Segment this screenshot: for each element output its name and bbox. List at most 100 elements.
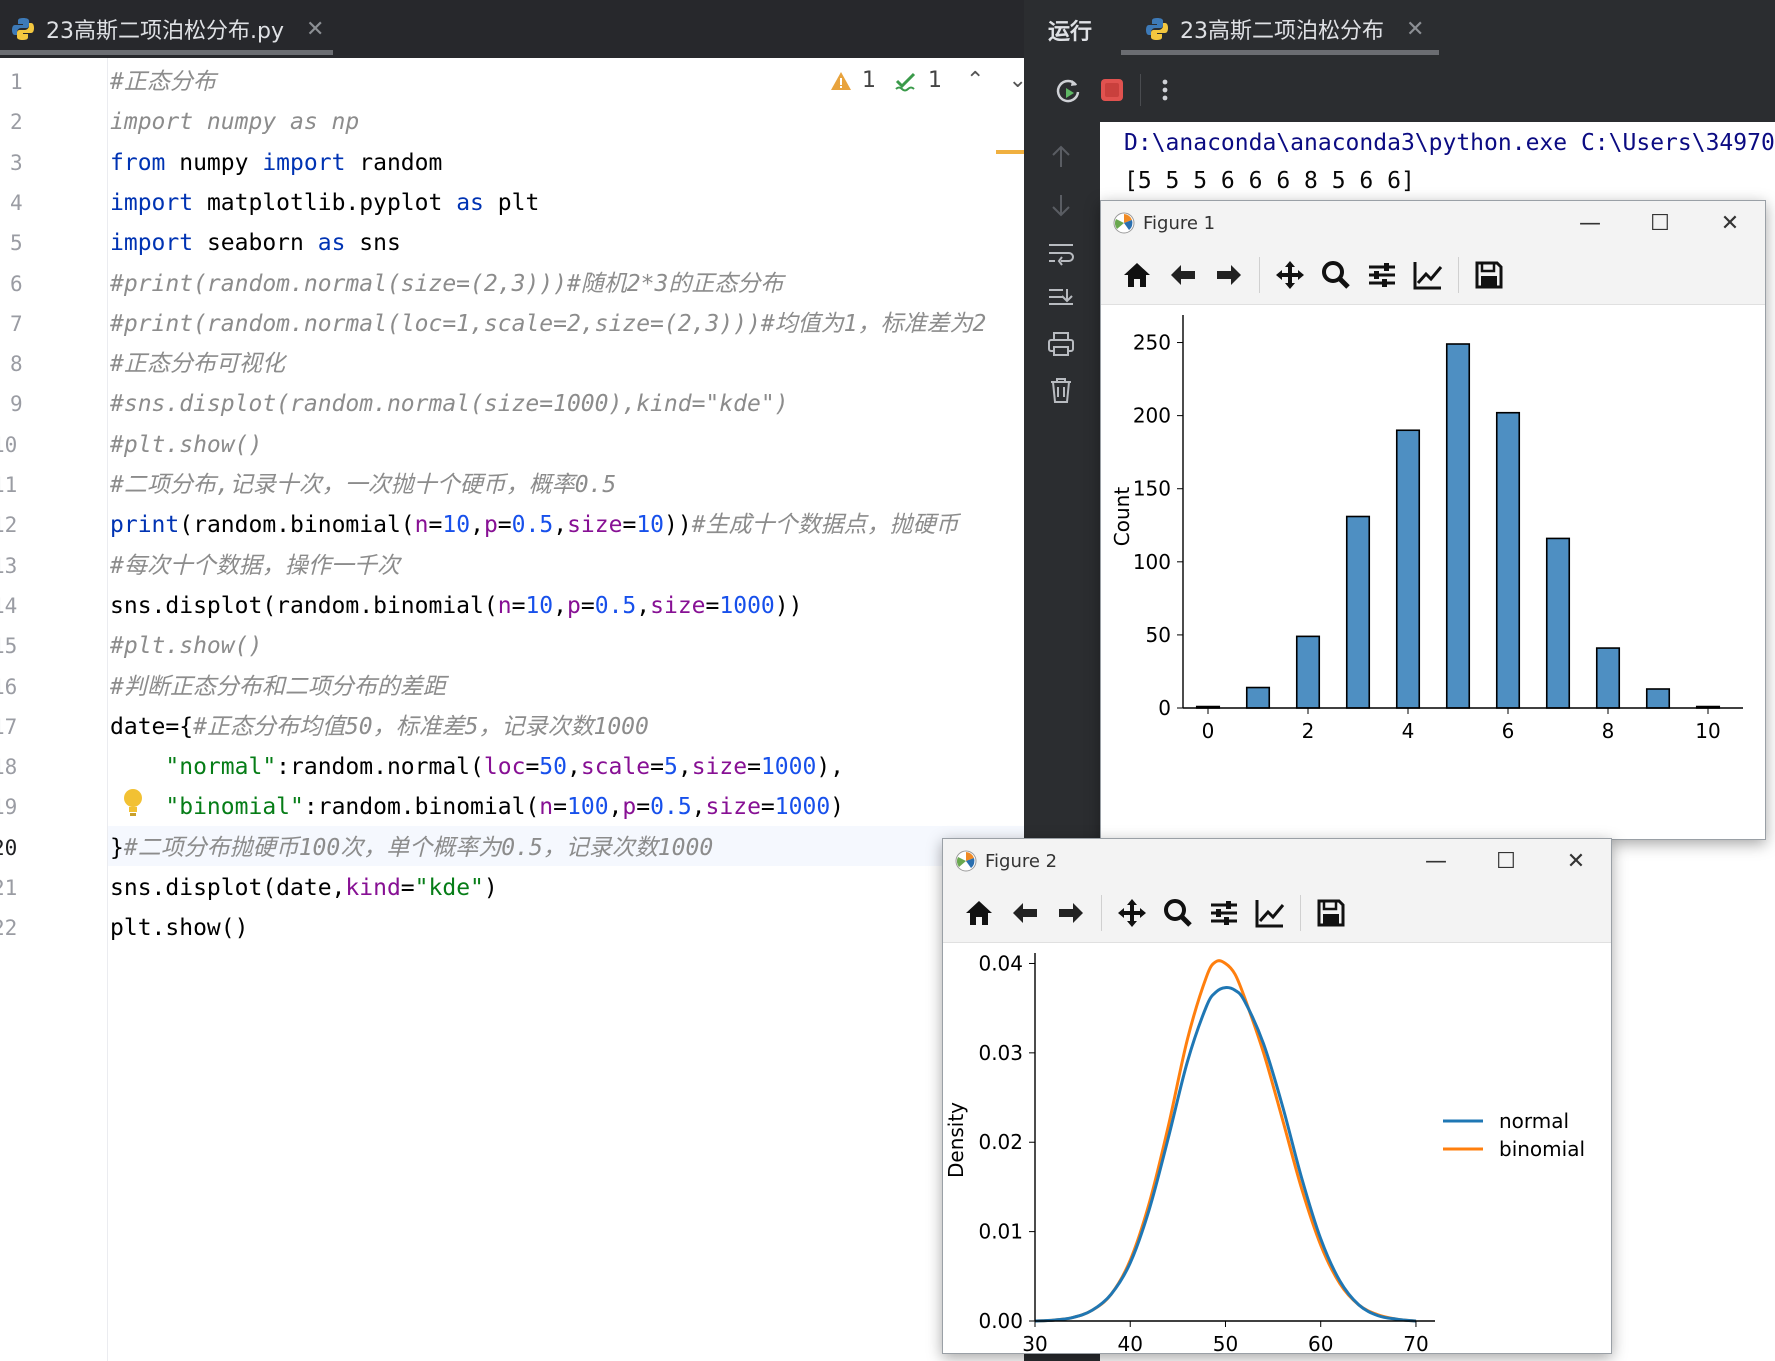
code-line[interactable]: #print(random.normal(loc=1,scale=2,size=… — [110, 304, 986, 344]
code-line[interactable]: sns.displot(date,kind="kde") — [110, 868, 498, 908]
trash-icon[interactable] — [1048, 376, 1074, 404]
code-line[interactable]: #plt.show() — [110, 425, 262, 465]
more-options-icon[interactable] — [1158, 76, 1172, 104]
figure-1-title: Figure 1 — [1143, 212, 1216, 234]
zoom-button[interactable] — [1318, 257, 1354, 293]
save-button[interactable] — [1471, 257, 1507, 293]
save-button[interactable] — [1313, 895, 1349, 931]
line-number[interactable]: 17 — [0, 707, 22, 747]
warning-count: 1 — [862, 68, 876, 93]
figure-1-titlebar[interactable]: Figure 1 — ☐ ✕ — [1101, 201, 1765, 245]
line-number[interactable]: 22 — [0, 908, 22, 948]
line-number[interactable]: 12 — [0, 505, 22, 545]
line-number[interactable]: 7 — [10, 304, 40, 344]
minimize-button[interactable]: — — [1401, 849, 1471, 874]
save-icon — [1475, 261, 1503, 288]
line-number[interactable]: 11 — [0, 465, 22, 505]
close-run-tab-icon[interactable]: ✕ — [1406, 17, 1424, 42]
edit-axis-button[interactable] — [1410, 257, 1446, 293]
lightbulb-icon[interactable] — [122, 788, 144, 818]
code-line[interactable]: from numpy import random — [110, 143, 442, 183]
code-line[interactable]: }#二项分布抛硬币100次，单个概率为0.5，记录次数1000 — [110, 828, 713, 868]
pan-button[interactable] — [1272, 257, 1308, 293]
home-button[interactable] — [1119, 257, 1155, 293]
code-line[interactable]: print(random.binomial(n=10,p=0.5,size=10… — [110, 505, 959, 545]
code-line[interactable]: import matplotlib.pyplot as plt — [110, 183, 539, 223]
code-line[interactable]: plt.show() — [110, 908, 248, 948]
code-line[interactable]: #正态分布可视化 — [110, 344, 285, 384]
edit-axis-button[interactable] — [1252, 895, 1288, 931]
back-button[interactable] — [1165, 257, 1201, 293]
line-number[interactable]: 8 — [10, 344, 40, 384]
home-button[interactable] — [961, 895, 997, 931]
pan-button[interactable] — [1114, 895, 1150, 931]
code-token: = — [428, 512, 443, 539]
code-line[interactable]: #二项分布,记录十次，一次抛十个硬币，概率0.5 — [110, 465, 616, 505]
y-tick-label: 100 — [1133, 550, 1171, 574]
stop-icon[interactable] — [1098, 76, 1126, 104]
inspection-widget[interactable]: 1 1 ⌃ ⌄ — [830, 68, 1027, 93]
line-number[interactable]: 15 — [0, 626, 22, 666]
warning-stripe-marker[interactable] — [996, 150, 1024, 154]
code-line[interactable]: "normal":random.normal(loc=50,scale=5,si… — [110, 747, 844, 787]
code-line[interactable]: "binomial":random.binomial(n=100,p=0.5,s… — [110, 787, 844, 827]
line-number[interactable]: 14 — [0, 586, 22, 626]
figure-2-window[interactable]: Figure 2 — ☐ ✕ 30 40 50 60 70 0.00 0.01 0.02 0.0… — [942, 838, 1612, 1356]
soft-wrap-icon[interactable] — [1046, 240, 1076, 266]
code-line[interactable]: date={#正态分布均值50，标准差5，记录次数1000 — [110, 707, 649, 747]
x-tick-label: 2 — [1302, 719, 1315, 743]
figure-1-toolbar — [1101, 245, 1765, 305]
close-button[interactable]: ✕ — [1541, 849, 1611, 874]
line-number[interactable]: 10 — [0, 425, 22, 465]
close-button[interactable]: ✕ — [1695, 211, 1765, 236]
line-number[interactable]: 18 — [0, 747, 22, 787]
code-line[interactable]: import seaborn as sns — [110, 223, 401, 263]
line-number[interactable]: 1 — [10, 62, 40, 102]
line-number[interactable]: 4 — [10, 183, 40, 223]
code-line[interactable]: sns.displot(random.binomial(n=10,p=0.5,s… — [110, 586, 802, 626]
y-tick-label: 200 — [1133, 404, 1171, 428]
line-number[interactable]: 6 — [10, 264, 40, 304]
code-token: sns — [345, 230, 401, 257]
code-token: sns.displot(random.binomial( — [110, 592, 498, 619]
line-number[interactable]: 13 — [0, 546, 22, 586]
kde-chart: 30 40 50 60 70 0.00 0.01 0.02 0.03 0.04 Density nor… — [944, 951, 1585, 1356]
scroll-down-icon[interactable] — [1048, 192, 1074, 218]
forward-button[interactable] — [1211, 257, 1247, 293]
code-line[interactable]: #plt.show() — [110, 626, 262, 666]
scroll-up-icon[interactable] — [1048, 144, 1074, 170]
x-tick-label: 30 — [1022, 1332, 1047, 1353]
code-token: = — [622, 512, 637, 539]
code-line[interactable]: #print(random.normal(size=(2,3)))#随机2*3的… — [110, 264, 783, 304]
print-icon[interactable] — [1046, 330, 1076, 358]
line-number[interactable]: 3 — [10, 143, 40, 183]
line-number[interactable]: 2 — [10, 102, 40, 142]
maximize-button[interactable]: ☐ — [1625, 211, 1695, 236]
configure-subplots-button[interactable] — [1364, 257, 1400, 293]
back-button[interactable] — [1007, 895, 1043, 931]
forward-button[interactable] — [1053, 895, 1089, 931]
code-line[interactable]: #正态分布 — [110, 62, 216, 102]
code-line[interactable]: import numpy as np — [110, 102, 359, 142]
code-line[interactable]: #每次十个数据，操作一千次 — [110, 546, 400, 586]
figure-2-titlebar[interactable]: Figure 2 — ☐ ✕ — [943, 839, 1611, 883]
line-number[interactable]: 16 — [0, 667, 22, 707]
code-line[interactable]: #sns.displot(random.normal(size=1000),ki… — [110, 384, 789, 424]
line-number[interactable]: 9 — [10, 384, 40, 424]
maximize-button[interactable]: ☐ — [1471, 849, 1541, 874]
minimize-button[interactable]: — — [1555, 211, 1625, 236]
close-tab-icon[interactable]: ✕ — [306, 17, 324, 42]
figure-1-window[interactable]: Figure 1 — ☐ ✕ 0 2 4 6 8 10 0 50 100 150 200 250 Cou… — [1100, 200, 1766, 840]
rerun-icon[interactable] — [1054, 76, 1082, 104]
configure-subplots-button[interactable] — [1206, 895, 1242, 931]
line-number[interactable]: 5 — [10, 223, 40, 263]
code-line[interactable]: #判断正态分布和二项分布的差距 — [110, 667, 446, 707]
scroll-to-end-icon[interactable] — [1046, 286, 1076, 312]
code-editor[interactable]: 12345678910111213141516171819202122 #正态分… — [0, 58, 1027, 1361]
zoom-button[interactable] — [1160, 895, 1196, 931]
line-number[interactable]: 19 — [0, 787, 22, 827]
line-number[interactable]: 21 — [0, 868, 22, 908]
histogram-bar — [1395, 429, 1421, 709]
previous-highlight-icon[interactable]: ⌃ — [966, 68, 984, 93]
line-number[interactable]: 20 — [0, 828, 22, 868]
